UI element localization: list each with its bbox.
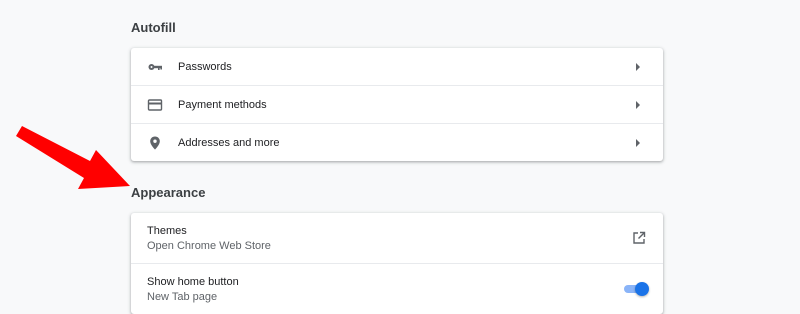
show-home-button-row[interactable]: Show home button New Tab page [131,263,663,314]
payment-methods-row[interactable]: Payment methods [131,85,663,123]
open-external-icon[interactable] [632,231,646,245]
addresses-label: Addresses and more [178,136,280,149]
payment-methods-label: Payment methods [178,98,267,111]
chevron-right-icon [633,62,643,72]
themes-row[interactable]: Themes Open Chrome Web Store [131,213,663,263]
passwords-row[interactable]: Passwords [131,48,663,85]
credit-card-icon [147,97,163,113]
autofill-section-title: Autofill [131,20,176,35]
key-icon [147,59,163,75]
chevron-right-icon [633,100,643,110]
themes-title: Themes [147,225,187,237]
autofill-card: Passwords Payment methods Addresses and … [131,48,663,161]
themes-subtitle: Open Chrome Web Store [147,240,271,252]
addresses-row[interactable]: Addresses and more [131,123,663,161]
location-pin-icon [147,135,163,151]
red-annotation-arrow [16,126,130,189]
appearance-card: Themes Open Chrome Web Store Show home b… [131,213,663,314]
passwords-label: Passwords [178,60,232,73]
chevron-right-icon [633,138,643,148]
show-home-button-subtitle: New Tab page [147,291,218,303]
toggle-knob [635,282,649,296]
show-home-button-title: Show home button [147,276,239,288]
appearance-section-title: Appearance [131,185,206,200]
home-button-toggle[interactable] [623,282,649,296]
